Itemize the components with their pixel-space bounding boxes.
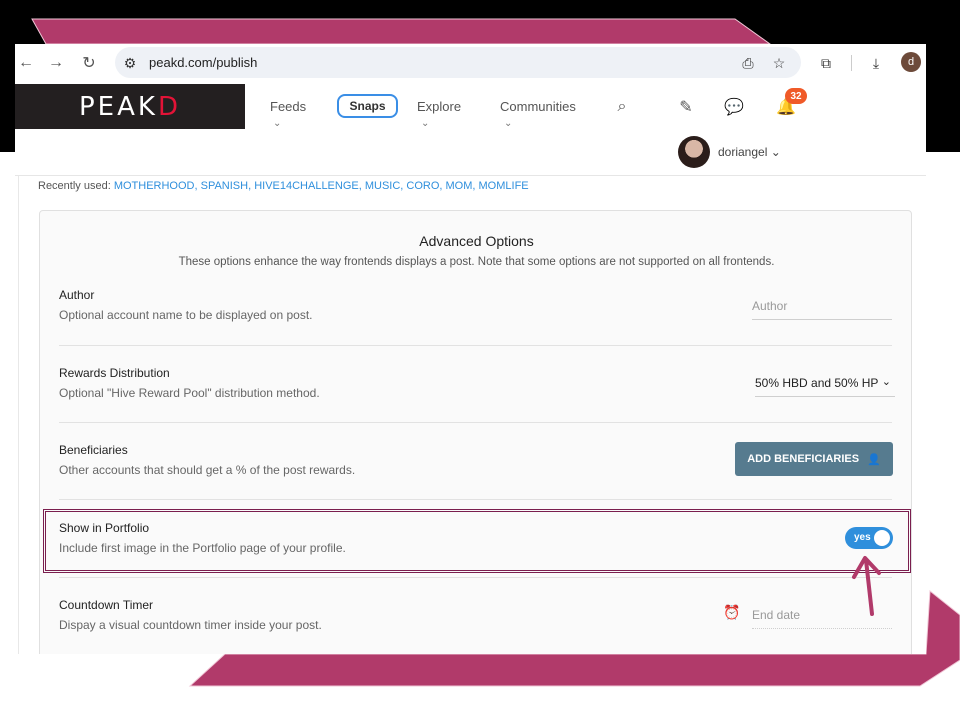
username-menu[interactable]: doriangel ⌄	[718, 145, 781, 159]
divider	[59, 345, 892, 346]
alarm-clock-icon[interactable]: ⏰	[723, 604, 740, 621]
bookmark-star-icon[interactable]: ☆	[770, 54, 788, 72]
site-info-icon[interactable]: ⚙	[121, 54, 139, 72]
add-beneficiaries-label: ADD BENEFICIARIES	[747, 453, 860, 465]
nav-communities[interactable]: Communities	[500, 99, 576, 114]
url-text: peakd.com/publish	[149, 55, 258, 70]
nav-explore[interactable]: Explore	[417, 99, 461, 114]
slide: ← → ↻ ⚙ peakd.com/publish ⎙ ☆ ⧉ ⤓ d PEAK…	[0, 0, 960, 720]
username: doriangel	[718, 145, 768, 159]
panel-border	[18, 176, 19, 654]
chevron-down-icon[interactable]: ⌄	[504, 118, 512, 129]
end-date-input[interactable]: End date	[752, 603, 892, 629]
publish-page: Recently used: MOTHERHOOD, SPANISH, HIVE…	[15, 176, 926, 654]
highlight-frame	[43, 509, 911, 573]
back-icon[interactable]: ←	[15, 52, 37, 74]
logo-text: PEAKD	[79, 91, 181, 122]
browser-profile-avatar[interactable]: d	[901, 52, 921, 72]
divider	[59, 499, 892, 500]
forward-icon[interactable]: →	[45, 52, 67, 74]
nav-feeds[interactable]: Feeds	[270, 99, 306, 114]
toolbar-divider	[851, 55, 852, 71]
peakd-logo[interactable]: PEAKD	[15, 84, 245, 129]
chat-icon[interactable]: 💬	[723, 96, 745, 118]
advanced-options-card: Advanced Options These options enhance t…	[39, 210, 912, 654]
advanced-subtitle: These options enhance the way frontends …	[178, 256, 775, 268]
author-input[interactable]: Author	[752, 294, 892, 320]
notification-badge: 32	[785, 88, 807, 104]
address-bar[interactable]: ⚙ peakd.com/publish ⎙ ☆	[115, 47, 801, 78]
download-icon[interactable]: ⤓	[866, 53, 886, 73]
browser-toolbar: ← → ↻ ⚙ peakd.com/publish ⎙ ☆ ⧉ ⤓ d	[15, 44, 926, 82]
extensions-icon[interactable]: ⧉	[816, 53, 836, 73]
add-user-icon: 👤	[867, 453, 881, 466]
install-app-icon[interactable]: ⎙	[739, 54, 757, 72]
chevron-down-icon: ⌄	[881, 376, 891, 388]
site-header: PEAKD Feeds ⌄ Snaps Explore ⌄ Communitie…	[15, 84, 926, 176]
recent-label: Recently used:	[38, 180, 111, 192]
logo-accent-letter: D	[157, 91, 181, 122]
rewards-select[interactable]: 50% HBD and 50% HP ⌄	[755, 371, 895, 397]
chevron-down-icon[interactable]: ⌄	[273, 118, 281, 129]
divider	[59, 422, 892, 423]
reload-icon[interactable]: ↻	[78, 52, 100, 74]
recent-tag-links[interactable]: MOTHERHOOD, SPANISH, HIVE14CHALLENGE, MU…	[114, 180, 529, 192]
advanced-title: Advanced Options	[419, 233, 534, 249]
rewards-select-value: 50% HBD and 50% HP	[755, 376, 879, 390]
recent-tags: Recently used: MOTHERHOOD, SPANISH, HIVE…	[38, 180, 529, 192]
pencil-icon[interactable]: ✎	[675, 96, 697, 118]
chevron-down-icon[interactable]: ⌄	[421, 118, 429, 129]
add-beneficiaries-button[interactable]: ADD BENEFICIARIES 👤	[735, 442, 893, 476]
nav-snaps-button[interactable]: Snaps	[337, 94, 398, 118]
search-icon[interactable]: ⌕	[611, 96, 633, 118]
avatar[interactable]	[678, 136, 710, 168]
divider	[59, 577, 892, 578]
